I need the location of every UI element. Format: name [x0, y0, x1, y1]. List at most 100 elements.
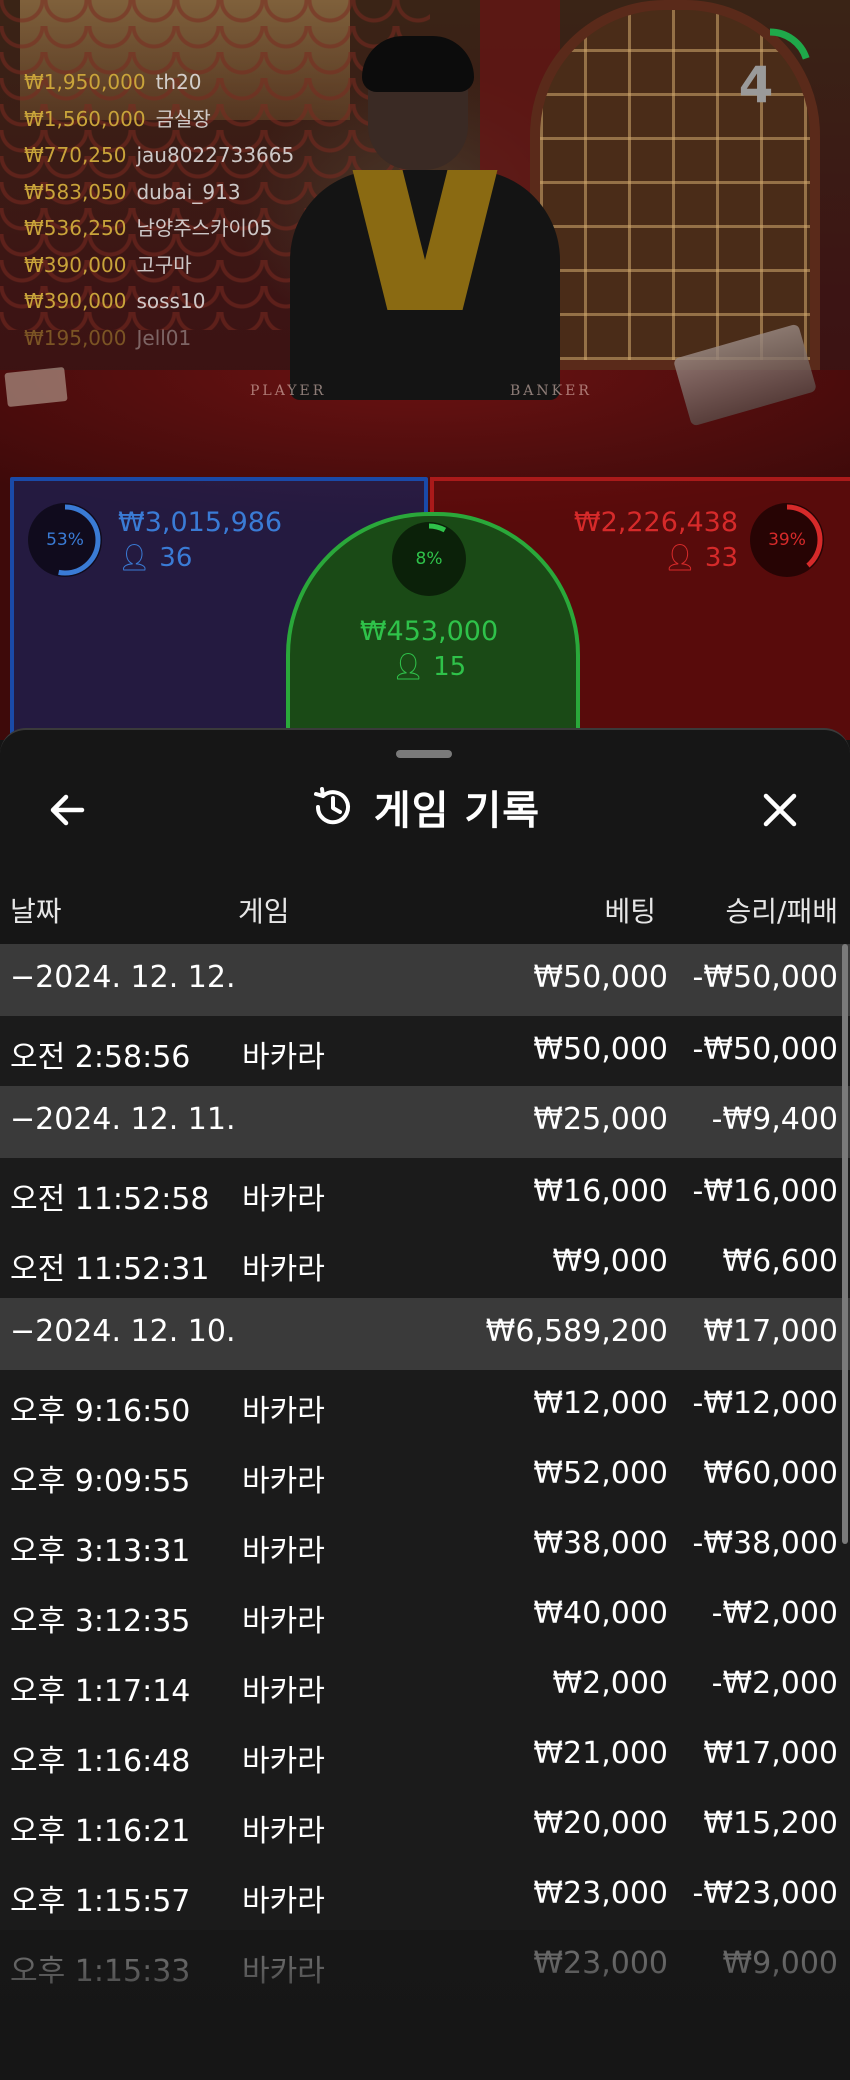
date-group-row[interactable]: −2024. 12. 12. ₩50,000 -₩50,000 [0, 944, 850, 1016]
game-record-row: 오전 11:52:58 바카라 ₩16,000 -₩16,000 [0, 1158, 850, 1228]
leaderboard-entry: ₩1,950,000 th20 [24, 64, 294, 101]
leaderboard-amount: ₩1,560,000 [24, 106, 146, 131]
row-win-loss: ₩15,200 [703, 1806, 838, 1841]
row-bet: ₩21,000 [533, 1736, 668, 1771]
row-win-loss: -₩50,000 [692, 960, 838, 995]
row-win-loss: ₩17,000 [703, 1736, 838, 1771]
tie-count-value: 15 [433, 652, 467, 682]
row-date: 오후 3:12:35 [10, 1604, 191, 1639]
countdown-value: 4 [738, 56, 774, 114]
leaderboard-username: Jell01 [136, 325, 192, 350]
row-date: 오후 1:16:21 [10, 1814, 191, 1849]
row-win-loss: -₩38,000 [692, 1526, 838, 1561]
row-win-loss: -₩16,000 [692, 1174, 838, 1209]
banker-percent: 39% [768, 530, 806, 550]
row-date: 오후 1:17:14 [10, 1674, 191, 1709]
game-record-row: 오후 9:16:50 바카라 ₩12,000 -₩12,000 [0, 1370, 850, 1440]
game-record-row: 오후 1:16:21 바카라 ₩20,000 ₩15,200 [0, 1790, 850, 1860]
leaderboard-username: 고구마 [136, 252, 192, 277]
game-record-row: 오후 1:15:57 바카라 ₩23,000 -₩23,000 [0, 1860, 850, 1930]
banker-percent-ring: 39% [750, 503, 824, 577]
column-header-game: 게임 [238, 895, 290, 928]
leaderboard-entry: ₩770,250 jau8022733665 [24, 137, 294, 174]
row-win-loss: -₩2,000 [711, 1596, 838, 1631]
leaderboard-entry: ₩1,560,000 금실장 [24, 101, 294, 138]
row-win-loss: ₩17,000 [703, 1314, 838, 1349]
game-record-row: 오전 11:52:31 바카라 ₩9,000 ₩6,600 [0, 1228, 850, 1298]
banker-count-value: 33 [704, 543, 738, 573]
row-date: −2024. 12. 12. [10, 960, 236, 995]
tie-bet-amount: ₩453,000 [359, 616, 499, 647]
row-game: 바카라 [242, 1814, 325, 1849]
row-date: 오전 11:52:58 [10, 1182, 210, 1217]
row-date: 오후 9:09:55 [10, 1464, 191, 1499]
row-bet: ₩12,000 [533, 1386, 668, 1421]
dealer-hair [362, 36, 474, 92]
sheet-drag-handle[interactable] [396, 750, 452, 758]
tie-percent-ring: 8% [392, 522, 466, 596]
row-win-loss: ₩60,000 [703, 1456, 838, 1491]
row-win-loss: -₩2,000 [711, 1666, 838, 1701]
leaderboard-username: soss10 [136, 289, 206, 313]
leaderboard-amount: ₩390,000 [24, 252, 127, 277]
leaderboard-username: jau8022733665 [136, 143, 295, 167]
person-icon: 👤︎ [663, 543, 697, 573]
row-bet: ₩25,000 [533, 1102, 668, 1137]
leaderboard-entry: ₩390,000 고구마 [24, 247, 294, 284]
player-count-value: 36 [159, 543, 193, 573]
column-header-date: 날짜 [10, 895, 62, 928]
row-game: 바카라 [242, 1534, 325, 1569]
column-header-win-loss: 승리/패배 [725, 895, 838, 928]
game-record-row: 오전 2:58:56 바카라 ₩50,000 -₩50,000 [0, 1016, 850, 1086]
player-percent-ring: 53% [28, 503, 102, 577]
scrollbar[interactable] [842, 944, 848, 1544]
tie-percent: 8% [415, 549, 443, 569]
close-icon [763, 793, 797, 827]
row-game: 바카라 [242, 1252, 325, 1287]
row-date: −2024. 12. 10. [10, 1314, 236, 1349]
row-bet: ₩50,000 [533, 1032, 668, 1067]
row-date: 오전 11:52:31 [10, 1252, 210, 1287]
leaderboard-amount: ₩1,950,000 [24, 70, 146, 94]
row-date: 오전 2:58:56 [10, 1040, 191, 1075]
row-bet: ₩40,000 [533, 1596, 668, 1631]
history-table-body: −2024. 12. 12. ₩50,000 -₩50,000 오전 2:58:56 바… [0, 944, 850, 2000]
player-percent: 53% [46, 530, 84, 550]
row-win-loss: -₩9,400 [711, 1102, 838, 1137]
leaderboard-username: th20 [155, 70, 202, 94]
player-bet-amount: ₩3,015,986 [118, 507, 283, 538]
person-icon: 👤︎ [118, 543, 152, 573]
game-record-row: 오후 3:13:31 바카라 ₩38,000 -₩38,000 [0, 1510, 850, 1580]
row-game: 바카라 [242, 1182, 325, 1217]
row-win-loss: -₩12,000 [692, 1386, 838, 1421]
leaderboard-username: 남양주스카이05 [136, 216, 273, 240]
row-bet: ₩16,000 [533, 1174, 668, 1209]
row-game: 바카라 [242, 1040, 325, 1075]
page-title: 게임 기록 [373, 788, 541, 834]
leaderboard-username: dubai_913 [136, 179, 241, 204]
date-group-row[interactable]: −2024. 12. 11. ₩25,000 -₩9,400 [0, 1086, 850, 1158]
leaderboard-entry: ₩536,250 남양주스카이05 [24, 210, 294, 247]
row-game: 바카라 [242, 1394, 325, 1429]
row-bet: ₩9,000 [552, 1244, 668, 1279]
tie-bettor-count: 👤︎ 15 [290, 652, 568, 682]
date-group-row[interactable]: −2024. 12. 10. ₩6,589,200 ₩17,000 [0, 1298, 850, 1370]
leaderboard-amount: ₩770,250 [24, 143, 127, 167]
game-record-row: 오후 3:12:35 바카라 ₩40,000 -₩2,000 [0, 1580, 850, 1650]
row-bet: ₩52,000 [533, 1456, 668, 1491]
row-game: 바카라 [242, 1604, 325, 1639]
row-date: 오후 3:13:31 [10, 1534, 191, 1569]
banker-bet-amount: ₩2,226,438 [573, 507, 738, 538]
player-bettor-count: 👤︎ 36 [118, 543, 192, 573]
row-game: 바카라 [242, 1744, 325, 1779]
row-bet: ₩50,000 [533, 960, 668, 995]
leaderboard-entry: ₩583,050 dubai_913 [24, 174, 294, 211]
banker-bettor-count: 👤︎ 33 [664, 543, 738, 573]
column-header-bet: 베팅 [604, 895, 656, 928]
winners-leaderboard: ₩1,950,000 th20 ₩1,560,000 금실장 ₩770,250 jau80… [24, 64, 294, 356]
row-game: 바카라 [242, 1674, 325, 1709]
row-bet: ₩38,000 [533, 1526, 668, 1561]
live-video-stream: PLAYER BANKER ₩1,950,000 th20 ₩1,560,000 금실… [0, 0, 850, 740]
leaderboard-amount: ₩390,000 [24, 289, 127, 313]
close-button[interactable] [752, 782, 808, 838]
